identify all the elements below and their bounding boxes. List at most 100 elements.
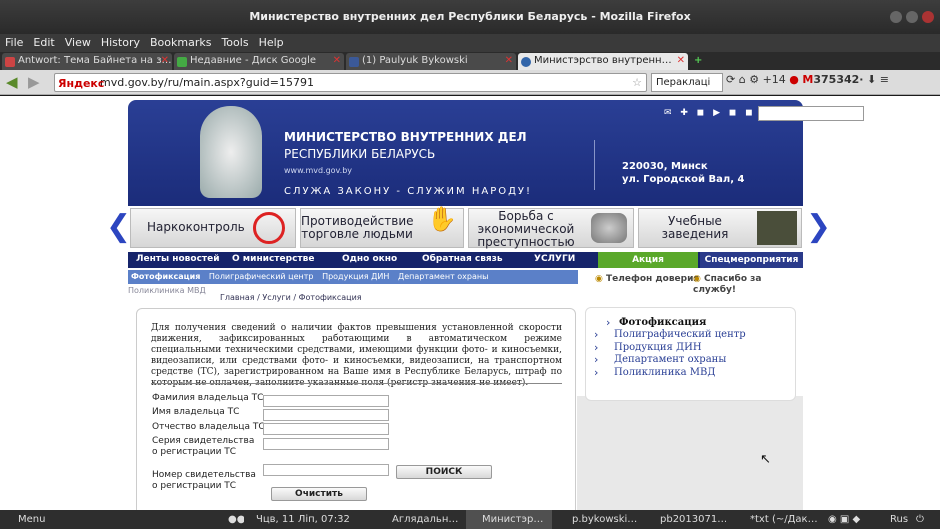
side-link-din[interactable]: Продукция ДИН <box>614 342 702 353</box>
nav-special-events[interactable]: Спецмероприятия <box>700 252 803 268</box>
close-tab-icon[interactable]: ✕ <box>677 53 685 69</box>
nav-services[interactable]: УСЛУГИ <box>534 254 575 264</box>
subnav-security[interactable]: Департамент охраны <box>395 270 492 283</box>
tab-label: (1) Paulyuk Bykowski <box>362 55 468 66</box>
cert-number-label: Номер свидетельства о регистрации ТС <box>152 470 256 491</box>
banner-economic-crime[interactable]: Борьба с экономической преступностью <box>468 208 634 249</box>
tab-antwort[interactable]: Antwort: Тема Байнета на з… ✕ <box>2 53 172 70</box>
banner-narkokontrol[interactable]: Наркоконтроль <box>130 208 296 248</box>
tray-icons[interactable]: ◉ ▣ ◆ <box>826 510 886 529</box>
translate-box[interactable]: Пераклацi <box>651 73 723 92</box>
subnav-photofixation[interactable]: Фотофиксация <box>128 270 203 283</box>
banner-prev-icon[interactable]: ❮ <box>106 212 131 242</box>
side-link-security[interactable]: Департамент охраны <box>614 354 726 365</box>
clear-button[interactable]: Очистить <box>271 487 367 501</box>
side-link-photofixation[interactable]: Фотофиксация <box>619 317 706 328</box>
close-icon[interactable] <box>922 11 934 23</box>
site-search-input[interactable] <box>758 106 864 121</box>
tab-google-drive[interactable]: Недавние - Диск Google ✕ <box>174 53 344 70</box>
subnav-polygraph[interactable]: Полиграфический центр <box>206 270 317 283</box>
thanks-link[interactable]: ◉ Спасибо за службу! <box>693 274 773 296</box>
tab-label: Недавние - Диск Google <box>190 55 317 66</box>
breadcrumb[interactable]: Главная / Услуги / Фотофиксация <box>220 293 362 302</box>
owner-surname-input[interactable] <box>263 395 389 407</box>
search-button[interactable]: ПОИСК <box>396 465 492 479</box>
menu-bookmarks[interactable]: Bookmarks <box>145 34 216 51</box>
owner-name-input[interactable] <box>263 409 389 421</box>
clock[interactable]: Чцв, 11 Лiп, 07:32 <box>250 510 362 529</box>
cert-number-input[interactable] <box>263 464 389 476</box>
task-pb2013[interactable]: pb2013071… <box>644 510 726 529</box>
cert-series-label: Серия свидетельства о регистрации ТС <box>152 436 255 457</box>
owner-patronymic-input[interactable] <box>263 423 389 435</box>
address: 220030, Минск ул. Городской Вал, 4 <box>622 160 744 186</box>
menu-help[interactable]: Help <box>254 34 289 51</box>
nav-action[interactable]: Акция <box>598 252 698 268</box>
subnav-clinic[interactable]: Поликлиника МВД <box>128 286 206 295</box>
social-icons[interactable]: ✉ ✚ ◼ ▶ ◼ ◼ ✦ <box>664 108 772 118</box>
forward-icon[interactable]: ▶ <box>28 73 40 91</box>
extras-count[interactable]: +14 <box>763 73 786 86</box>
form-separator <box>151 383 562 384</box>
start-menu-button[interactable]: Menu <box>2 510 72 529</box>
task-file-manager[interactable]: Аглядальн… <box>376 510 462 529</box>
nav-one-window[interactable]: Одно окно <box>342 254 397 264</box>
close-tab-icon[interactable]: ✕ <box>505 53 513 69</box>
gmail-icon[interactable]: M <box>802 73 813 86</box>
tab-mvd[interactable]: Министэрство внутренн… ✕ <box>518 53 688 70</box>
reload-icon[interactable]: ⟳ <box>726 73 735 86</box>
nav-news[interactable]: Ленты новостей <box>136 254 220 264</box>
task-txt-editor[interactable]: *txt (~/Дак… <box>734 510 820 529</box>
navigation-toolbar: ◀ ▶ Яндекс mvd.gov.by/ru/main.aspx?guid=… <box>0 70 940 95</box>
medal-icon: ◉ <box>693 274 701 284</box>
menu-view[interactable]: View <box>60 34 96 51</box>
chevron-right-icon: › <box>594 328 599 341</box>
download-icon[interactable]: ⬇ <box>867 73 876 86</box>
banner-next-icon[interactable]: ❯ <box>806 212 831 242</box>
close-tab-icon[interactable]: ✕ <box>333 53 341 69</box>
menu-edit[interactable]: Edit <box>28 34 59 51</box>
subnav-din[interactable]: Продукция ДИН <box>319 270 392 283</box>
tab-facebook[interactable]: (1) Paulyuk Bykowski ✕ <box>346 53 516 70</box>
keyboard-layout[interactable]: Rus <box>888 510 912 529</box>
new-tab-button[interactable]: + <box>690 53 708 70</box>
banner-label: Наркоконтроль <box>147 220 245 234</box>
bookmark-star-icon[interactable]: ☆ <box>632 74 642 91</box>
yandex-label: Яндекс <box>58 77 105 90</box>
launcher-icon[interactable]: ●● <box>226 510 244 529</box>
owner-name-label: Имя владельца ТС <box>152 407 240 417</box>
mouse-cursor-icon: ↖ <box>760 452 771 467</box>
addon-icon[interactable]: ⚙ <box>749 73 759 86</box>
menu-history[interactable]: History <box>96 34 145 51</box>
adblock-icon[interactable]: ● <box>789 73 799 86</box>
task-bykowski[interactable]: p.bykowski… <box>556 510 638 529</box>
task-firefox[interactable]: Министэр… <box>466 510 552 529</box>
tab-label: Antwort: Тема Байнета на з… <box>18 55 172 66</box>
nav-feedback[interactable]: Обратная связь <box>422 254 503 264</box>
taskbar: Menu ●● Чцв, 11 Лiп, 07:32 Аглядальн… Ми… <box>0 510 940 529</box>
nav-ministry[interactable]: О министерстве <box>232 254 314 264</box>
minimize-icon[interactable] <box>890 11 902 23</box>
side-link-polygraph[interactable]: Полиграфический центр <box>614 329 746 340</box>
prohibited-icon <box>253 212 285 244</box>
menu-icon[interactable]: ≡ <box>880 73 889 86</box>
back-icon[interactable]: ◀ <box>6 73 18 91</box>
handcuffs-icon <box>591 213 627 243</box>
mail-count[interactable]: 375342· <box>813 73 863 86</box>
side-link-clinic[interactable]: Поликлиника МВД <box>614 367 715 378</box>
power-icon[interactable]: ⏻ <box>914 510 938 529</box>
search-icon[interactable]: ⚲ <box>866 104 875 118</box>
site-subtitle: РЕСПУБЛИКИ БЕЛАРУСЬ <box>284 147 436 161</box>
close-tab-icon[interactable]: ✕ <box>161 53 169 69</box>
home-icon[interactable]: ⌂ <box>739 73 746 86</box>
hotline-label: Телефон доверия <box>606 274 700 284</box>
menu-tools[interactable]: Tools <box>216 34 253 51</box>
url-bar[interactable]: Яндекс mvd.gov.by/ru/main.aspx?guid=1579… <box>54 73 647 92</box>
cert-series-input[interactable] <box>263 438 389 450</box>
thanks-label: Спасибо за службу! <box>693 274 762 295</box>
menu-file[interactable]: File <box>0 34 28 51</box>
banner-trafficking[interactable]: Противодействие торговле людьми ✋ <box>300 207 464 248</box>
banner-education[interactable]: Учебные заведения <box>638 208 802 248</box>
hotline-link[interactable]: ◉ Телефон доверия <box>595 274 699 284</box>
maximize-icon[interactable] <box>906 11 918 23</box>
